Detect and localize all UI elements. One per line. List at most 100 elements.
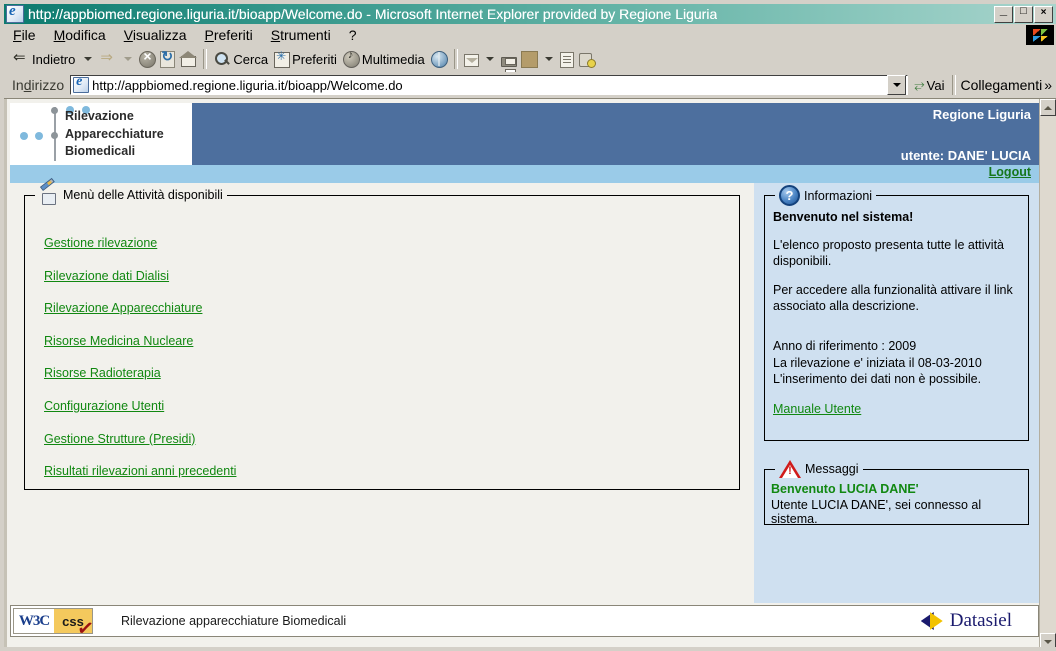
activities-menu-legend-text: Menù delle Attività disponibili xyxy=(63,188,223,202)
warning-triangle-icon: ! xyxy=(779,459,801,478)
link-risorse-radioterapia[interactable]: Risorse Radioterapia xyxy=(44,366,236,380)
home-button[interactable] xyxy=(177,48,199,70)
back-button[interactable]: Indietro xyxy=(10,48,79,70)
welcome-message-text: Utente LUCIA DANE', sei connesso al sist… xyxy=(771,498,982,526)
back-history-dropdown-icon[interactable] xyxy=(84,57,93,61)
history-button[interactable] xyxy=(429,48,450,70)
go-button[interactable]: ⥂ Vai xyxy=(908,77,950,93)
menu-modifica[interactable]: Modifica xyxy=(45,25,115,45)
stop-icon xyxy=(139,48,157,68)
vendor-logo: Datasiel xyxy=(921,610,1012,632)
multimedia-button-label: Multimedia xyxy=(361,51,425,67)
footer-app-name: Rilevazione apparecchiature Biomedicali xyxy=(121,614,347,628)
toolbar-separator xyxy=(203,49,208,69)
messenger-button[interactable] xyxy=(576,48,598,70)
menu-strumenti[interactable]: Strumenti xyxy=(262,25,340,45)
page-vertical-scrollbar[interactable] xyxy=(1039,99,1056,649)
site-header-banner: Rilevazione Apparecchiature Biomedicali … xyxy=(10,103,1039,165)
refresh-button[interactable] xyxy=(158,48,177,70)
status-bar xyxy=(4,647,1056,649)
forward-button[interactable] xyxy=(97,48,119,70)
browser-window: http://appbiomed.regione.liguria.it/bioa… xyxy=(0,0,1056,651)
information-status-block: Anno di riferimento : 2009 La rilevazion… xyxy=(773,338,1023,388)
close-button[interactable]: × xyxy=(1034,6,1053,23)
logo-text-line2: Apparecchiature xyxy=(65,126,164,141)
link-rilevazione-apparecchiature[interactable]: Rilevazione Apparecchiature xyxy=(44,301,236,315)
logout-link[interactable]: Logout xyxy=(989,165,1031,179)
menu-bar: File Modifica Visualizza Preferiti Strum… xyxy=(4,24,1056,46)
logo-text-line1: Rilevazione xyxy=(65,109,134,123)
favorites-star-icon xyxy=(274,49,291,68)
menu-visualizza[interactable]: Visualizza xyxy=(115,25,196,45)
scroll-up-button[interactable] xyxy=(1040,99,1056,116)
information-legend-text: Informazioni xyxy=(804,188,873,203)
home-icon xyxy=(179,50,198,68)
address-label: Indirizzo xyxy=(12,77,65,93)
mail-dropdown-icon[interactable] xyxy=(485,57,494,61)
information-paragraph-1: L'elenco proposto presenta tutte le atti… xyxy=(773,238,1005,268)
favorites-button-label: Preferiti xyxy=(292,51,337,67)
left-column: Menù delle Attività disponibili Gestione… xyxy=(10,183,750,603)
navigation-toolbar: Indietro Cerca Preferiti Multimedia xyxy=(4,46,1056,76)
menu-preferiti[interactable]: Preferiti xyxy=(196,25,262,45)
forward-history-dropdown-icon[interactable] xyxy=(124,57,133,61)
mail-icon xyxy=(463,54,479,67)
link-manuale-utente[interactable]: Manuale Utente xyxy=(773,402,861,416)
internet-explorer-icon xyxy=(6,3,24,23)
link-gestione-strutture[interactable]: Gestione Strutture (Presidi) xyxy=(44,432,236,446)
links-overflow-chevron-icon[interactable]: » xyxy=(1044,77,1056,93)
logout-strip: Logout xyxy=(10,165,1039,183)
link-configurazione-utenti[interactable]: Configurazione Utenti xyxy=(44,399,236,413)
close-icon: × xyxy=(1040,7,1047,18)
history-globe-icon xyxy=(430,50,448,68)
multimedia-button[interactable]: Multimedia xyxy=(341,48,429,70)
menu-help[interactable]: ? xyxy=(340,25,366,45)
w3c-css-validation-badge[interactable]: W3C css ✓ xyxy=(13,608,96,642)
search-button[interactable]: Cerca xyxy=(211,48,272,70)
windows-logo-icon xyxy=(1026,25,1054,45)
information-legend: Informazioni xyxy=(775,185,877,206)
minimize-button[interactable]: _ xyxy=(994,3,1013,23)
messages-panel: ! Messaggi Benvenuto LUCIA DANE' Utente … xyxy=(764,459,1029,526)
address-separator xyxy=(952,75,957,95)
web-page: Rilevazione Apparecchiature Biomedicali … xyxy=(4,99,1042,649)
messages-legend-text: Messaggi xyxy=(805,461,859,476)
checkmark-icon: ✓ xyxy=(75,616,96,642)
menu-file[interactable]: File xyxy=(4,25,45,45)
logo-dot-5 xyxy=(35,132,43,140)
title-bar: http://appbiomed.regione.liguria.it/bioa… xyxy=(4,3,1056,24)
discuss-icon xyxy=(559,52,574,68)
link-gestione-rilevazione[interactable]: Gestione rilevazione xyxy=(44,236,236,250)
discuss-button[interactable] xyxy=(558,48,576,70)
links-bar-label[interactable]: Collegamenti xyxy=(958,77,1044,93)
search-button-label: Cerca xyxy=(233,51,269,67)
right-column: Informazioni Benvenuto nel sistema! L'el… xyxy=(754,183,1039,603)
print-button[interactable] xyxy=(499,48,519,76)
link-risorse-medicina-nucleare[interactable]: Risorse Medicina Nucleare xyxy=(44,334,236,348)
address-bar: Indirizzo http://appbiomed.regione.ligur… xyxy=(4,72,1056,98)
region-name: Regione Liguria xyxy=(932,107,1031,122)
stop-button[interactable] xyxy=(137,48,158,70)
link-risultati-rilevazioni[interactable]: Risultati rilevazioni anni precedenti xyxy=(44,464,236,478)
edit-page-icon xyxy=(520,50,538,68)
logo-text-line3: Biomedicali xyxy=(65,144,136,158)
address-dropdown-button[interactable] xyxy=(887,75,907,95)
back-arrow-icon xyxy=(12,48,30,68)
question-mark-icon xyxy=(779,185,800,206)
printer-icon xyxy=(500,56,517,76)
address-input[interactable]: http://appbiomed.regione.liguria.it/bioa… xyxy=(70,74,909,95)
data-entry-line: L'inserimento dei dati non è possibile. xyxy=(773,372,982,386)
edit-dropdown-icon[interactable] xyxy=(544,57,553,61)
activities-link-list: Gestione rilevazione Rilevazione dati Di… xyxy=(44,236,236,497)
current-user-label: utente: DANE' LUCIA xyxy=(900,148,1031,163)
link-rilevazione-dati-dialisi[interactable]: Rilevazione dati Dialisi xyxy=(44,269,236,283)
favorites-button[interactable]: Preferiti xyxy=(272,48,341,70)
maximize-button[interactable]: □ xyxy=(1014,5,1033,23)
search-icon xyxy=(213,50,231,68)
mail-button[interactable] xyxy=(462,48,481,70)
page-content: Menù delle Attività disponibili Gestione… xyxy=(10,183,1039,603)
information-panel: Informazioni Benvenuto nel sistema! L'el… xyxy=(764,185,1029,441)
logo-text: Rilevazione Apparecchiature Biomedicali xyxy=(65,108,164,161)
edit-button[interactable] xyxy=(519,48,540,70)
activities-menu-legend: Menù delle Attività disponibili xyxy=(35,186,227,205)
